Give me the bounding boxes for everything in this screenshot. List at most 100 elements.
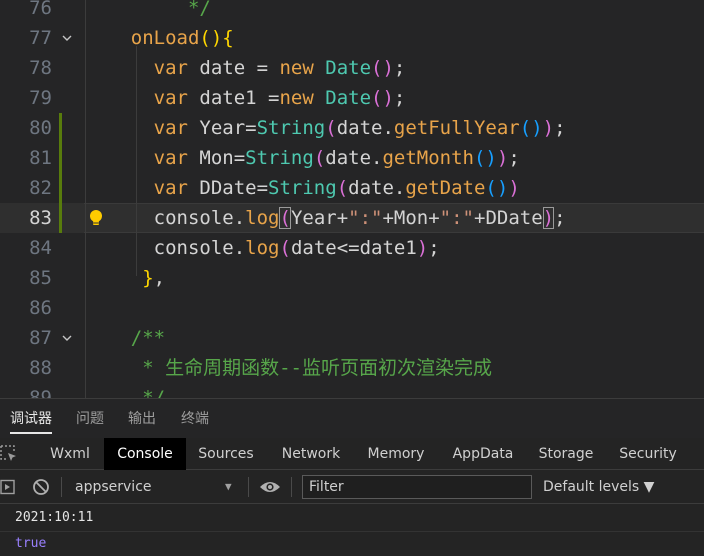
code-token: */ (187, 0, 211, 19)
tab-storage[interactable]: Storage (532, 438, 600, 470)
code-line[interactable]: 76 */ (0, 0, 704, 23)
code-token: var (153, 117, 188, 139)
panel-tab-debugger[interactable]: 调试器 (10, 399, 52, 439)
fold-chevron-icon[interactable] (61, 32, 73, 44)
code-token: getMonth (382, 147, 474, 169)
git-change-marker (59, 113, 62, 143)
code-token: ) (542, 117, 555, 139)
line-number: 82 (29, 177, 52, 199)
code-token: var (153, 147, 188, 169)
code-line[interactable]: 77 onLoad(){ (0, 23, 704, 53)
code-token: /** (130, 327, 166, 349)
log-levels-select[interactable]: Default levels ▼ (543, 470, 654, 504)
inspect-element-icon[interactable] (0, 445, 18, 463)
panel-tab-problems[interactable]: 问题 (76, 399, 104, 439)
code-line[interactable]: 78 var date = new Date(); (0, 53, 704, 83)
code-line[interactable]: 79 var date1 =new Date(); (0, 83, 704, 113)
eye-icon[interactable] (259, 480, 281, 494)
code-token: String (268, 177, 337, 199)
tab-wxml[interactable]: Wxml (38, 438, 102, 470)
code-line[interactable]: 84 console.log(date<=date1); (0, 233, 704, 263)
code-text: */ (85, 0, 211, 23)
filter-input[interactable] (302, 475, 532, 499)
code-token: ; (393, 57, 406, 79)
code-line[interactable]: 81 var Mon=String(date.getMonth()); (0, 143, 704, 173)
git-change-marker (59, 203, 62, 233)
tab-memory[interactable]: Memory (360, 438, 432, 470)
git-change-marker (59, 173, 62, 203)
toolbar-divider (291, 477, 292, 497)
panel-tab-terminal[interactable]: 终端 (181, 399, 209, 439)
tab-network[interactable]: Network (272, 438, 350, 470)
code-token: +DDate (474, 207, 543, 229)
code-token: date = (187, 57, 280, 79)
code-token: Year= (187, 117, 257, 139)
code-token: var (153, 57, 188, 79)
code-token: Date (325, 57, 372, 79)
code-token: new (279, 57, 314, 79)
code-token: ; (508, 147, 520, 169)
code-token: getDate (405, 177, 486, 199)
sidebar-toggle-icon[interactable] (0, 479, 16, 495)
tab-security[interactable]: Security (612, 438, 684, 470)
line-number: 78 (29, 57, 52, 79)
tab-sources[interactable]: Sources (190, 438, 262, 470)
code-editor[interactable]: 76 */77 onLoad(){78 var date = new Date(… (0, 0, 704, 398)
code-line[interactable]: 86 (0, 293, 704, 323)
code-token: log (245, 207, 280, 229)
code-token: console. (153, 237, 246, 259)
chevron-down-icon[interactable]: ▼ (225, 470, 232, 504)
code-token: log (245, 237, 280, 259)
clear-console-icon[interactable] (32, 478, 50, 496)
code-token: var (153, 177, 188, 199)
line-number: 87 (29, 327, 52, 349)
tab-console[interactable]: Console (104, 438, 186, 470)
log-divider (0, 531, 704, 532)
code-text: var Mon=String(date.getMonth()); (85, 143, 520, 173)
console-log-line: 2021:10:11 (15, 510, 94, 525)
git-change-marker (59, 143, 62, 173)
code-token: Date (325, 87, 372, 109)
code-token: Year+ (290, 207, 349, 229)
code-token: { (222, 27, 234, 49)
code-line[interactable]: 82 var DDate=String(date.getDate()) (0, 173, 704, 203)
code-line[interactable]: 88 * 生命周期函数--监听页面初次渲染完成 (0, 353, 704, 383)
code-line[interactable]: 80 var Year=String(date.getFullYear()); (0, 113, 704, 143)
code-token: new (279, 87, 314, 109)
code-text: onLoad(){ (85, 23, 234, 53)
panel-tab-bar: 调试器 问题 输出 终端 (0, 398, 704, 438)
code-text: console.log(Year+":"+Mon+":"+DDate); (85, 203, 566, 233)
code-token: () (485, 177, 509, 199)
line-number: 88 (29, 357, 52, 379)
line-number: 79 (29, 87, 52, 109)
tab-appdata[interactable]: AppData (445, 438, 521, 470)
context-select[interactable]: appservice (75, 470, 152, 504)
devtools-tab-bar: Wxml Console Sources Network Memory AppD… (0, 438, 704, 470)
code-token: ) (508, 177, 520, 199)
code-line[interactable]: 83 console.log(Year+":"+Mon+":"+DDate); (0, 203, 704, 233)
code-token: ; (393, 87, 406, 109)
code-token: () (371, 57, 394, 79)
panel-tab-output[interactable]: 输出 (128, 399, 156, 439)
fold-chevron-icon[interactable] (61, 332, 73, 344)
code-line[interactable]: 87 /** (0, 323, 704, 353)
code-token: +Mon+ (382, 207, 440, 229)
code-line[interactable]: 89 */ (0, 383, 704, 398)
toolbar-divider (248, 477, 249, 497)
code-token: ":" (348, 207, 383, 229)
code-token: console. (153, 207, 246, 229)
code-token: Mon= (187, 147, 246, 169)
code-token: ) (542, 207, 555, 229)
code-line[interactable]: 85 }, (0, 263, 704, 293)
code-token: date<=date1 (290, 237, 417, 259)
